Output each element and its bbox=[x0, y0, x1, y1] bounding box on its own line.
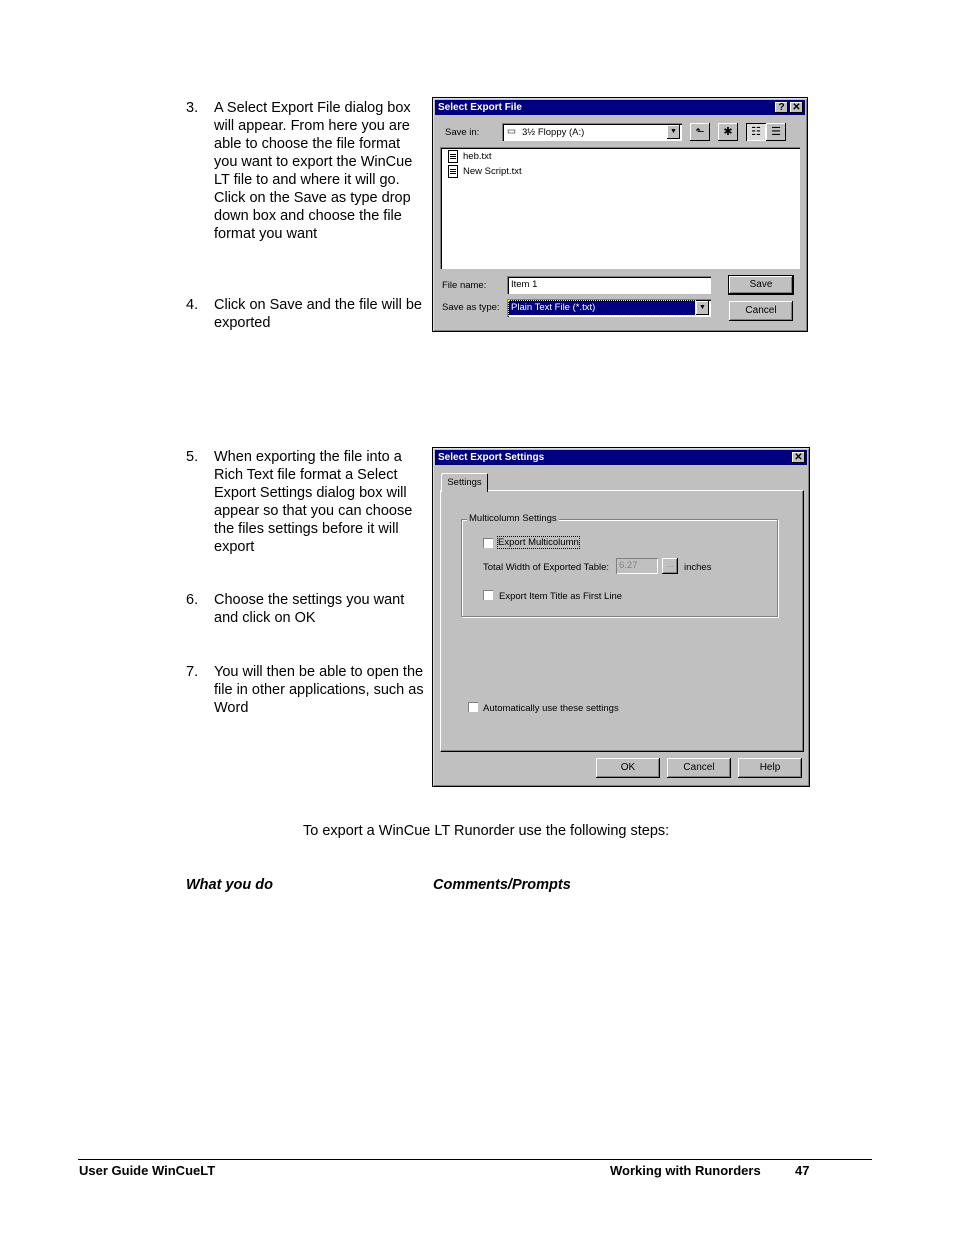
close-icon[interactable]: ✕ bbox=[792, 452, 805, 463]
list-view-icon[interactable]: ☷ bbox=[746, 123, 766, 141]
up-folder-icon[interactable]: ⬑ bbox=[690, 123, 710, 141]
step-number: 3. bbox=[186, 100, 199, 116]
help-button[interactable]: Help bbox=[738, 758, 802, 778]
group-label: Multicolumn Settings bbox=[467, 513, 559, 524]
step-text: A Select Export File dialog box will app… bbox=[214, 100, 413, 242]
page-number: 47 bbox=[795, 1163, 810, 1178]
save-button[interactable]: Save bbox=[728, 275, 794, 295]
header-comments: Comments/Prompts bbox=[433, 877, 571, 893]
intro-text: To export a WinCue LT Runorder use the f… bbox=[303, 823, 670, 839]
step-number: 7. bbox=[186, 664, 199, 680]
floppy-drive-icon: ▭ bbox=[507, 126, 516, 137]
text-file-icon bbox=[448, 150, 458, 163]
help-icon[interactable]: ? bbox=[775, 102, 788, 113]
file-name-value: Item 1 bbox=[511, 279, 538, 290]
file-list[interactable]: heb.txt New Script.txt bbox=[440, 147, 800, 269]
export-multicolumn-checkbox[interactable] bbox=[483, 538, 493, 548]
save-in-dropdown[interactable]: ▭ 3½ Floppy (A:) ▼ bbox=[502, 123, 682, 141]
file-name: heb.txt bbox=[463, 151, 492, 163]
chevron-down-icon[interactable]: ▼ bbox=[667, 125, 680, 139]
file-name-input[interactable]: Item 1 bbox=[507, 276, 711, 294]
dialog-title: Select Export File bbox=[438, 102, 522, 113]
save-in-label: Save in: bbox=[445, 127, 480, 138]
close-icon[interactable]: ✕ bbox=[790, 102, 803, 113]
step-text: When exporting the file into a Rich Text… bbox=[214, 449, 413, 555]
save-as-type-dropdown[interactable]: Plain Text File (*.txt) ▼ bbox=[507, 299, 711, 317]
step-text: Choose the settings you want and click o… bbox=[214, 592, 405, 626]
auto-use-label: Automatically use these settings bbox=[483, 703, 619, 714]
cancel-button[interactable]: Cancel bbox=[667, 758, 731, 778]
header-what-you-do: What you do bbox=[186, 877, 273, 893]
footer-section: Working with Runorders bbox=[610, 1163, 761, 1178]
dialog-titlebar: Select Export Settings ✕ bbox=[435, 450, 807, 465]
browse-width-button[interactable]: ... bbox=[662, 558, 678, 574]
dialog-titlebar: Select Export File ? ✕ bbox=[435, 100, 805, 115]
ok-button[interactable]: OK bbox=[596, 758, 660, 778]
file-item[interactable]: New Script.txt bbox=[448, 165, 522, 178]
total-width-input[interactable]: 6.27 bbox=[616, 558, 658, 574]
total-width-value: 6.27 bbox=[619, 560, 638, 571]
tab-settings[interactable]: Settings bbox=[441, 473, 488, 492]
file-name-label: File name: bbox=[442, 280, 487, 291]
step-text: Click on Save and the file will be expor… bbox=[214, 297, 422, 331]
dialog-title: Select Export Settings bbox=[438, 452, 545, 463]
text-file-icon bbox=[448, 165, 458, 178]
footer-rule bbox=[78, 1159, 872, 1160]
select-export-file-dialog: Select Export File ? ✕ Save in: ▭ 3½ Flo… bbox=[432, 97, 808, 332]
footer-left: User Guide WinCueLT bbox=[79, 1163, 216, 1178]
export-item-title-checkbox[interactable] bbox=[483, 590, 493, 600]
step-number: 4. bbox=[186, 297, 199, 313]
chevron-down-icon[interactable]: ▼ bbox=[696, 301, 709, 315]
export-multicolumn-label[interactable]: Export Multicolumn bbox=[497, 536, 580, 549]
save-as-type-label: Save as type: bbox=[442, 302, 500, 313]
step-text: You will then be able to open the file i… bbox=[214, 664, 424, 716]
save-as-type-value: Plain Text File (*.txt) bbox=[511, 302, 596, 313]
select-export-settings-dialog: Select Export Settings ✕ Settings Multic… bbox=[432, 447, 810, 787]
file-item[interactable]: heb.txt bbox=[448, 150, 492, 163]
details-view-icon[interactable]: ☰ bbox=[766, 123, 786, 141]
units-label: inches bbox=[684, 562, 712, 573]
total-width-label: Total Width of Exported Table: bbox=[483, 562, 610, 573]
multicolumn-settings-group: Multicolumn Settings Export Multicolumn … bbox=[461, 513, 778, 617]
auto-use-checkbox[interactable] bbox=[468, 702, 478, 712]
export-item-title-label: Export Item Title as First Line bbox=[499, 591, 623, 602]
save-in-value: 3½ Floppy (A:) bbox=[522, 127, 585, 138]
step-number: 5. bbox=[186, 449, 199, 465]
step-number: 6. bbox=[186, 592, 199, 608]
new-folder-icon[interactable]: ✱ bbox=[718, 123, 738, 141]
cancel-button[interactable]: Cancel bbox=[729, 301, 793, 321]
file-name: New Script.txt bbox=[463, 166, 522, 178]
